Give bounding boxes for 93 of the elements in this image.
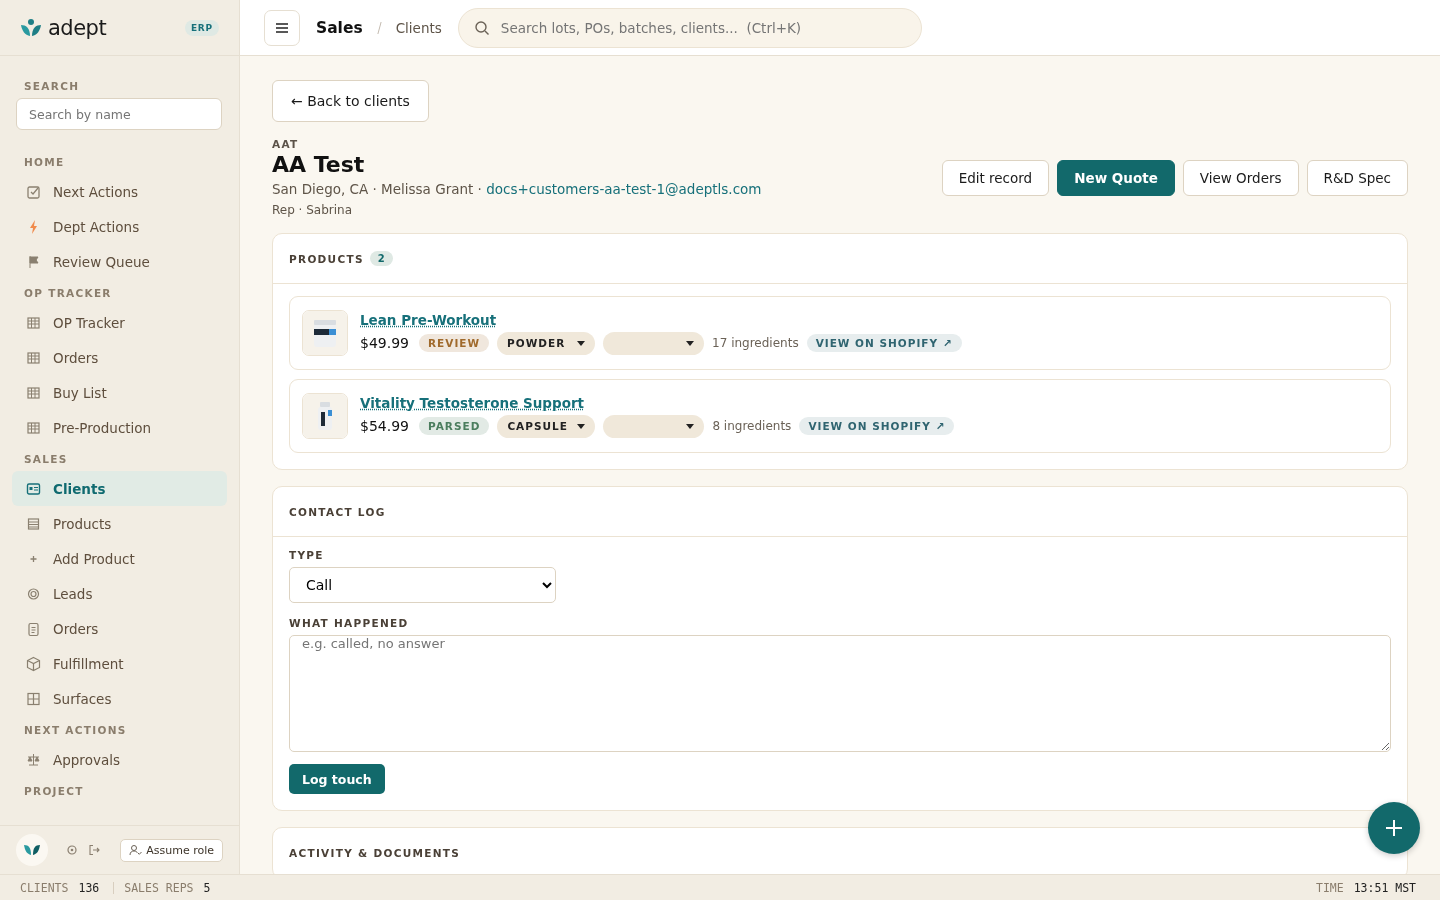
user-check-icon xyxy=(129,844,143,856)
leaf-logo-icon xyxy=(20,17,42,38)
check-square-icon xyxy=(26,183,41,200)
status-value: 5 xyxy=(203,880,211,895)
email-link[interactable]: docs+customers-aa-test-1@adeptls.com xyxy=(486,181,762,197)
action-button[interactable]: Edit record xyxy=(941,159,1050,196)
add-button[interactable] xyxy=(1368,802,1420,854)
menu-button[interactable] xyxy=(264,9,300,46)
rep-label: Rep · Sabrina xyxy=(272,203,354,217)
nav-item[interactable]: Approvals xyxy=(12,742,227,777)
erp-badge: ERP xyxy=(184,19,219,36)
status-label: TIME xyxy=(1316,880,1344,895)
status-value: 136 xyxy=(78,880,100,895)
section-heading: PROJECT xyxy=(23,784,85,799)
avatar[interactable] xyxy=(16,834,48,866)
card-title: ACTIVITY & DOCUMENTS xyxy=(289,846,461,859)
section-heading: SEARCH xyxy=(23,79,81,94)
action-button[interactable]: R&D Spec xyxy=(1306,159,1408,196)
nav-item[interactable]: Next Actions xyxy=(12,174,227,209)
type-dropdown[interactable]: Call xyxy=(289,567,556,603)
ingredient-count: 17 ingredients xyxy=(712,336,799,350)
status-label: SALES REPS xyxy=(124,880,194,895)
nav-item[interactable]: Leads xyxy=(12,576,227,611)
client-details: San Diego, CA · Melissa Grant · docs+customers-aa-test-1@adeptls.com xyxy=(272,181,762,197)
form-dropdown[interactable]: CAPSULE xyxy=(497,414,596,438)
plus-icon xyxy=(1385,819,1403,837)
status-badge: PARSED xyxy=(419,417,490,435)
search-field[interactable]: Search by name xyxy=(16,98,222,130)
caret-icon xyxy=(577,423,586,429)
product-link[interactable]: Lean Pre-Workout xyxy=(360,311,497,328)
notes-field[interactable]: e.g. called, no answer xyxy=(289,635,1391,752)
nav-item[interactable]: OP Tracker xyxy=(12,305,227,340)
clipboard-icon xyxy=(26,620,41,637)
price: $49.99 xyxy=(360,335,409,351)
section-heading: HOME xyxy=(23,155,66,170)
search-icon xyxy=(473,19,490,36)
grid-icon xyxy=(26,690,41,707)
nav-item[interactable]: Review Queue xyxy=(12,244,227,279)
status-label: CLIENTS xyxy=(20,880,69,895)
logout-icon[interactable] xyxy=(88,844,100,856)
breadcrumb-link[interactable]: Sales xyxy=(316,18,363,37)
target-icon xyxy=(26,585,41,602)
caret-icon xyxy=(577,340,586,346)
field-label: WHAT HAPPENED xyxy=(289,617,410,629)
nav-item[interactable]: Clients xyxy=(12,471,227,506)
nav-item[interactable]: Add Product xyxy=(12,541,227,576)
price: $54.99 xyxy=(360,418,409,434)
card-title: CONTACT LOG xyxy=(289,505,386,518)
nav-item[interactable]: Orders xyxy=(12,340,227,375)
settings-icon[interactable] xyxy=(66,844,78,856)
action-button[interactable]: View Orders xyxy=(1182,159,1299,196)
grid-icon xyxy=(26,384,41,401)
ingredient-count: 8 ingredients xyxy=(712,419,792,433)
nav-item[interactable]: Fulfillment xyxy=(12,646,227,681)
leaf-icon xyxy=(24,844,40,856)
card-title: PRODUCTS xyxy=(289,252,364,265)
grid-icon xyxy=(26,349,41,366)
caret-icon xyxy=(686,423,695,429)
product-link[interactable]: Vitality Testosterone Support xyxy=(360,394,585,411)
brand-name: adept xyxy=(48,15,107,40)
grid-icon xyxy=(26,419,41,436)
section-heading: NEXT ACTIONS xyxy=(23,723,128,738)
box-icon xyxy=(26,655,41,672)
shopify-link[interactable]: VIEW ON SHOPIFY ↗ xyxy=(799,417,955,435)
id-card-icon xyxy=(26,480,41,497)
shopify-link[interactable]: VIEW ON SHOPIFY ↗ xyxy=(806,334,962,352)
client-name: AA Test xyxy=(272,152,366,177)
log-touch-button[interactable]: Log touch xyxy=(289,764,385,794)
flag-icon xyxy=(26,253,41,270)
field-label: TYPE xyxy=(289,549,325,561)
section-heading: OP TRACKER xyxy=(23,286,113,301)
section-heading: SALES xyxy=(23,452,69,467)
nav-item[interactable]: Surfaces xyxy=(12,681,227,716)
nav-item[interactable]: Orders xyxy=(12,611,227,646)
caret-icon xyxy=(686,340,695,346)
action-button[interactable]: New Quote xyxy=(1057,159,1175,196)
grid-icon xyxy=(26,314,41,331)
back-button[interactable]: ← Back to clients xyxy=(272,80,429,122)
nav-item[interactable]: Buy List xyxy=(12,375,227,410)
count-badge: 2 xyxy=(369,251,393,266)
nav-item[interactable]: Products xyxy=(12,506,227,541)
assume-role-button[interactable]: Assume role xyxy=(120,838,223,862)
list-icon xyxy=(26,515,41,532)
breadcrumb-link[interactable]: Clients xyxy=(395,19,442,36)
form-dropdown[interactable]: POWDER xyxy=(497,331,596,355)
client-code: AAT xyxy=(272,138,300,150)
global-search-field[interactable]: Search lots, POs, batches, clients... (Ctrl+K) xyxy=(457,7,922,48)
scales-icon xyxy=(26,751,41,768)
status-badge: REVIEW xyxy=(419,334,490,352)
status-value: 13:51 MST xyxy=(1353,880,1416,895)
menu-icon xyxy=(276,22,288,33)
nav-item[interactable]: Pre-Production xyxy=(12,410,227,445)
nav-item[interactable]: Dept Actions xyxy=(12,209,227,244)
